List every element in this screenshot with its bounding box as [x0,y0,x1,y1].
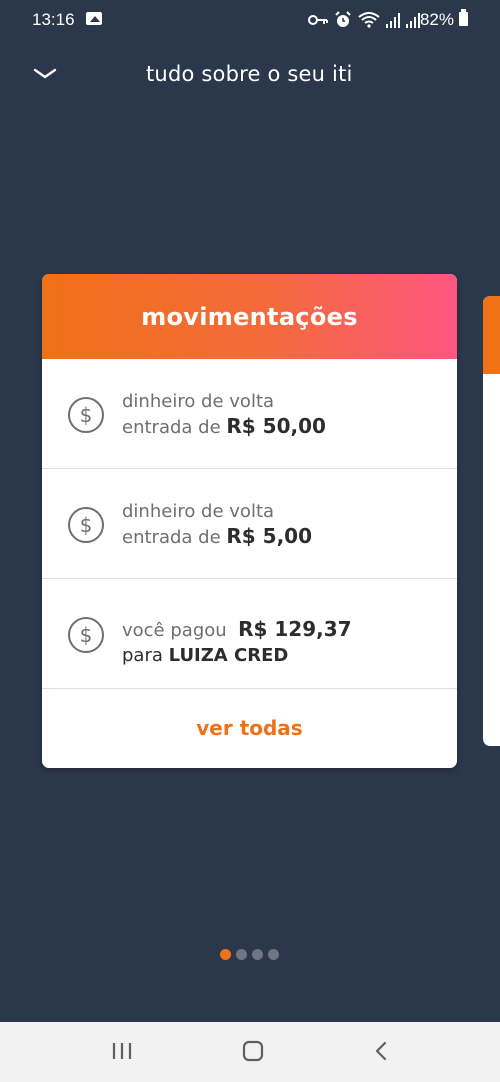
page-dot[interactable] [220,949,231,960]
next-card-peek[interactable] [483,296,500,746]
page-dot[interactable] [268,949,279,960]
transaction-prefix: entrada de [122,417,227,438]
transaction-description: você pagou R$ 129,37 [122,617,352,643]
transaction-amount: R$ 5,00 [226,524,312,548]
navigation-bar [0,1022,500,1082]
home-icon[interactable] [241,1039,265,1063]
svg-text:$: $ [80,623,93,647]
svg-text:$: $ [80,403,93,427]
transaction-amount: R$ 129,37 [238,617,352,641]
transaction-row[interactable]: $ dinheiro de volta entrada de R$ 5,00 [42,469,457,579]
status-time: 13:16 [32,10,75,29]
transaction-text: dinheiro de volta entrada de R$ 5,00 [122,499,312,550]
transaction-prefix: entrada de [122,527,227,548]
transaction-description: dinheiro de volta [122,391,275,412]
screen: 13:16 82% tudo sobre o seu iti movimenta… [0,0,500,1082]
signal-icon [386,13,400,28]
page-dot[interactable] [252,949,263,960]
header: tudo sobre o seu iti [0,50,500,100]
transaction-text: você pagou R$ 129,37 para LUIZA CRED [122,617,352,668]
card-header: movimentações [42,274,457,359]
movements-card: movimentações $ dinheiro de volta entrad… [42,274,457,768]
transaction-row[interactable]: $ dinheiro de volta entrada de R$ 50,00 [42,359,457,469]
transaction-amount: R$ 50,00 [226,414,326,438]
transaction-detail: para LUIZA CRED [122,643,352,668]
dollar-circle-icon: $ [68,397,104,433]
page-title: tudo sobre o seu iti [146,62,353,86]
transaction-detail: entrada de R$ 50,00 [122,414,326,440]
back-icon[interactable] [372,1039,392,1063]
transaction-description: dinheiro de volta [122,501,275,522]
key-icon [308,15,328,25]
chevron-down-icon[interactable] [32,64,58,84]
transaction-recipient-prefix: para [122,645,169,666]
transaction-recipient: LUIZA CRED [168,645,289,666]
battery-icon [459,9,468,26]
gallery-icon [86,12,102,25]
card-title: movimentações [141,302,358,331]
svg-text:$: $ [80,513,93,537]
dollar-circle-icon: $ [68,507,104,543]
see-all-link[interactable]: ver todas [42,689,457,767]
transaction-prefix: você pagou [122,620,239,641]
page-indicator [220,949,279,960]
status-icons [308,10,420,30]
transaction-row[interactable]: $ você pagou R$ 129,37 para LUIZA CRED [42,579,457,689]
dollar-circle-icon: $ [68,617,104,653]
page-dot[interactable] [236,949,247,960]
recent-apps-icon[interactable] [111,1039,133,1063]
status-bar: 13:16 82% [0,0,500,40]
transaction-text: dinheiro de volta entrada de R$ 50,00 [122,389,326,440]
alarm-icon [335,11,351,27]
transaction-detail: entrada de R$ 5,00 [122,524,312,550]
battery-percentage: 82% [419,10,454,29]
signal-icon [406,13,420,28]
wifi-icon [358,12,380,28]
